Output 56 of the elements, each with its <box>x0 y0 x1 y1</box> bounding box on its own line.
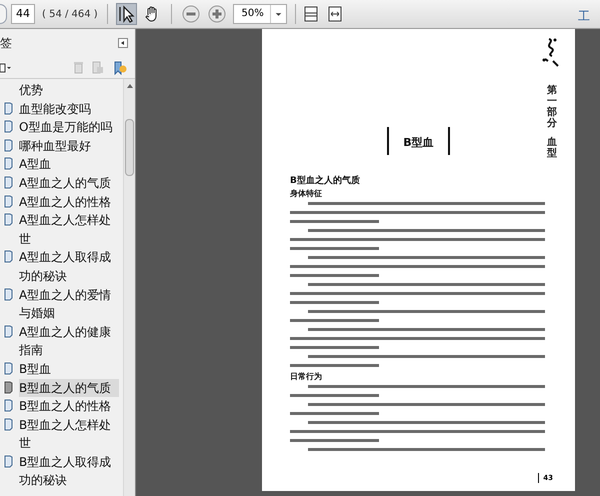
running-head: 血型 <box>547 137 557 159</box>
bookmark-item[interactable]: B型血之人的气质 <box>19 378 119 398</box>
bookmark-item[interactable]: A型血之人的爱情与婚姻 <box>19 286 119 323</box>
bookmark-icon <box>4 418 13 431</box>
bookmark-icon <box>4 138 13 152</box>
bookmark-icon <box>4 399 13 412</box>
options-menu-icon[interactable] <box>0 62 12 72</box>
new-bookmark-icon[interactable] <box>114 60 127 74</box>
zoom-value: 50% <box>240 7 265 21</box>
bookmark-icon <box>4 380 13 394</box>
bookmark-icon <box>4 288 13 301</box>
subheading: 身体特征 <box>290 188 322 199</box>
bookmark-icon <box>4 120 13 134</box>
bookmark-item[interactable]: 血型能改变吗 <box>19 100 119 118</box>
section-heading: B型血之人的气质 <box>290 175 360 187</box>
tools-menu[interactable]: 工 <box>578 7 590 25</box>
bookmark-icon <box>4 250 13 264</box>
bookmark-icon <box>4 176 13 189</box>
zoom-out-icon[interactable] <box>182 5 200 23</box>
scrollbar-thumb[interactable] <box>125 119 134 176</box>
collapse-panel-button[interactable] <box>118 38 128 48</box>
bookmark-item[interactable]: B型血之人取得成功的秘诀 <box>19 452 119 490</box>
bookmark-icon <box>4 157 13 170</box>
bookmark-icon <box>4 362 13 375</box>
bookmark-item[interactable]: B型血之人怎样处世 <box>19 416 119 453</box>
scrollbar[interactable] <box>123 79 135 496</box>
ornament-drawing <box>541 37 561 67</box>
chapter-title: B型血 <box>403 136 434 149</box>
bookmark-item[interactable]: O型血是万能的吗 <box>19 118 119 137</box>
fit-page-icon[interactable] <box>304 6 318 22</box>
zoom-field[interactable]: 50% <box>232 4 287 24</box>
bookmark-item[interactable]: A型血之人的健康指南 <box>19 322 119 360</box>
zoom-in-icon[interactable] <box>208 5 226 23</box>
bookmark-icon <box>4 102 13 115</box>
bookmark-item[interactable]: A型血之人的性格 <box>19 192 119 212</box>
bookmark-item[interactable]: 优势 <box>19 81 119 100</box>
page-count: ( 54 / 464 ) <box>42 8 98 22</box>
bookmark-item[interactable]: B型血之人的性格 <box>19 397 119 416</box>
scroll-up-icon[interactable] <box>127 84 133 88</box>
select-tool-icon[interactable] <box>116 3 137 25</box>
bookmark-icon <box>4 324 13 338</box>
subheading: 日常行为 <box>290 371 322 382</box>
bookmark-item[interactable]: A型血之人的气质 <box>19 174 119 193</box>
bookmark-item[interactable]: A型血 <box>19 155 119 174</box>
fit-width-icon[interactable] <box>328 6 342 22</box>
bookmark-icon <box>4 194 13 208</box>
panel-title: 签 <box>0 35 12 52</box>
running-head: 第一部分 <box>547 85 557 129</box>
bookmark-item[interactable]: 哪种血型最好 <box>19 136 119 156</box>
bookmark-item[interactable]: A型血之人怎样处世 <box>19 211 119 248</box>
bookmark-icon <box>4 454 13 468</box>
page-number-field[interactable]: 44 <box>11 4 35 24</box>
caret-icon <box>121 41 125 45</box>
bookmark-item[interactable]: B型血 <box>19 360 119 378</box>
bookmark-icon <box>4 213 13 226</box>
bookmark-item[interactable]: A型血之人取得成功的秘诀 <box>19 248 119 286</box>
